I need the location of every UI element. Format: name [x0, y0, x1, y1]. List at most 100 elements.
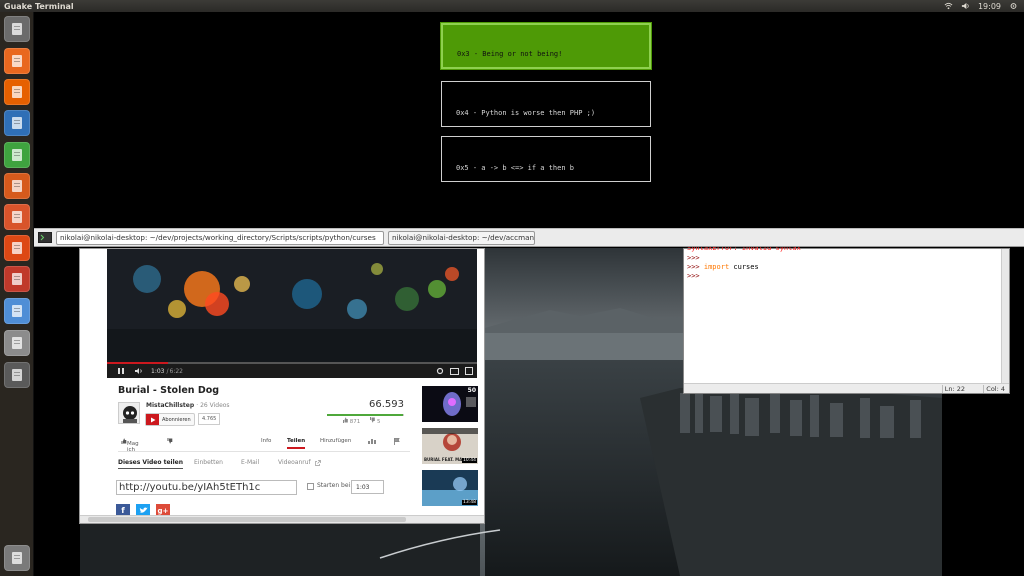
curses-menu-label: 0x4 - Python is worse then PHP ;)	[456, 109, 596, 117]
stats-button[interactable]	[368, 438, 376, 446]
channel-video-count: · 26 Videos	[196, 402, 230, 409]
start-at-label: Starten bei:	[317, 482, 353, 489]
thumbs-up-icon	[343, 417, 348, 423]
guake-tab-bar: nikolai@nikolai-desktop: ~/dev/projects/…	[34, 228, 1024, 247]
python-shell-window: SyntaxError: invalid syntax >>> >>> impo…	[683, 244, 1010, 394]
tab-share[interactable]: Teilen	[287, 438, 306, 449]
view-count: 66.593	[369, 399, 404, 410]
pause-icon[interactable]	[117, 367, 125, 375]
tab-info[interactable]: Info	[261, 438, 271, 444]
subscribe-button[interactable]: Abonnieren	[145, 413, 195, 426]
status-line-number: Ln: 22	[941, 385, 965, 393]
like-ratio-bar	[327, 414, 404, 416]
impress-icon[interactable]	[4, 173, 30, 199]
curses-menu-item[interactable]: 0x4 - Python is worse then PHP ;)	[441, 81, 651, 127]
trash-icon[interactable]	[4, 545, 30, 571]
dislike-button[interactable]	[166, 438, 173, 446]
flag-icon	[394, 438, 400, 445]
tab-add-to[interactable]: Hinzufügen	[320, 438, 351, 444]
dislikes-stat: 5	[369, 417, 381, 425]
like-button[interactable]: Mag ich	[120, 438, 139, 453]
guake-tab-accman[interactable]: nikolai@nikolai-desktop: ~/dev/accman	[388, 230, 535, 245]
launcher	[0, 12, 34, 576]
terminal-icon[interactable]	[38, 232, 52, 243]
subscriber-count: 4.765	[198, 413, 221, 425]
video-title: Burial - Stolen Dog	[118, 385, 220, 396]
shell-prompt: >>>	[687, 263, 700, 271]
curses-menu-item[interactable]: 0x3 - Being or not being!	[440, 22, 652, 70]
shell-keyword: import	[703, 263, 730, 271]
video-player[interactable]	[107, 249, 477, 364]
likes-stat: 871	[342, 417, 360, 425]
shell-code: curses	[729, 263, 759, 271]
fullscreen-icon[interactable]	[465, 367, 473, 375]
related-caption: BURIAL FEAT. MA	[424, 457, 463, 462]
time-separator: /	[166, 367, 169, 375]
clock[interactable]: 19:09	[978, 2, 1001, 11]
status-column-number: Col: 4	[983, 385, 1005, 393]
settings-gear-icon[interactable]	[436, 367, 444, 375]
stats-bar-icon	[368, 439, 376, 444]
thumbs-down-icon	[167, 438, 173, 444]
shell-prompt: >>>	[687, 272, 700, 280]
divider	[118, 451, 410, 452]
wifi-icon[interactable]	[944, 2, 953, 10]
channel-avatar[interactable]	[118, 402, 140, 424]
volume-icon[interactable]	[961, 2, 970, 10]
related-views: 50	[467, 387, 476, 394]
video-controls: 1:03 / 6:22	[107, 364, 477, 378]
theater-mode-icon[interactable]	[450, 367, 459, 375]
files-icon[interactable]	[4, 48, 30, 74]
share-tab-embed[interactable]: Einbetten	[194, 459, 223, 466]
workspace-switcher-icon[interactable]	[4, 362, 30, 388]
power-gear-icon[interactable]	[1009, 2, 1018, 10]
firefox-icon[interactable]	[4, 79, 30, 105]
indicator-area: 19:09	[944, 0, 1018, 12]
share-url-input[interactable]: http://youtu.be/yIAh5tETh1c	[116, 480, 297, 495]
like-stats: 871 5	[342, 417, 381, 425]
share-tab-share-video[interactable]: Dieses Video teilen	[118, 459, 183, 469]
scrollbar-thumb[interactable]	[88, 517, 406, 522]
thumbs-down-icon	[370, 417, 376, 423]
volume-icon[interactable]	[134, 367, 143, 375]
dash-home-icon[interactable]	[4, 16, 30, 42]
horizontal-scrollbar[interactable]	[80, 515, 484, 523]
report-flag-button[interactable]	[394, 438, 400, 447]
curses-menu-item[interactable]: 0x5 - a -> b <=> if a then b	[441, 136, 651, 182]
shell-line: >>>	[687, 272, 700, 280]
video-action-row: Mag ich Info Teilen Hinzufügen	[118, 435, 410, 453]
channel-name-row: MistaChillstep · 26 Videos	[146, 402, 230, 409]
ubuntu-one-icon[interactable]	[4, 235, 30, 261]
thumbs-up-icon	[121, 438, 127, 444]
related-duration: 13:48	[462, 500, 477, 505]
shell-scrollbar[interactable]	[1001, 249, 1009, 383]
channel-name[interactable]: MistaChillstep	[146, 402, 194, 409]
shell-status-bar: Ln: 22 Col: 4	[684, 383, 1009, 393]
related-video-thumb[interactable]: 50	[422, 386, 478, 422]
share-tab-video-call[interactable]: Videoanruf	[278, 459, 311, 466]
shell-line: >>>	[687, 254, 700, 262]
start-at-time-input[interactable]: 1:03	[351, 480, 384, 494]
subscribe-label: Abonnieren	[162, 416, 191, 423]
external-link-icon	[315, 460, 321, 466]
top-panel: Guake Terminal 19:09	[0, 0, 1024, 12]
calc-icon[interactable]	[4, 142, 30, 168]
curses-menu-label: 0x3 - Being or not being!	[457, 50, 563, 58]
related-video-thumb[interactable]: BURIAL FEAT. MA 10:44	[422, 428, 478, 464]
shell-prompt: >>>	[687, 254, 700, 262]
guake-tab-curses[interactable]: nikolai@nikolai-desktop: ~/dev/projects/…	[56, 230, 384, 245]
youtube-browser-window: 1:03 / 6:22 Burial - Stolen Dog MistaChi…	[79, 248, 485, 524]
app-title: Guake Terminal	[4, 1, 74, 11]
unknown-app-icon[interactable]	[4, 330, 30, 356]
related-duration: 10:44	[462, 458, 477, 463]
like-count: 871	[349, 419, 361, 425]
system-settings-icon[interactable]	[4, 266, 30, 292]
writer-icon[interactable]	[4, 110, 30, 136]
curses-menu-label: 0x5 - a -> b <=> if a then b	[456, 164, 575, 172]
software-center-icon[interactable]	[4, 204, 30, 230]
chromium-icon[interactable]	[4, 298, 30, 324]
share-tab-email[interactable]: E-Mail	[241, 459, 259, 466]
youtube-play-icon	[146, 414, 159, 425]
related-video-thumb[interactable]: 13:48	[422, 470, 478, 506]
start-at-checkbox[interactable]	[307, 483, 314, 490]
